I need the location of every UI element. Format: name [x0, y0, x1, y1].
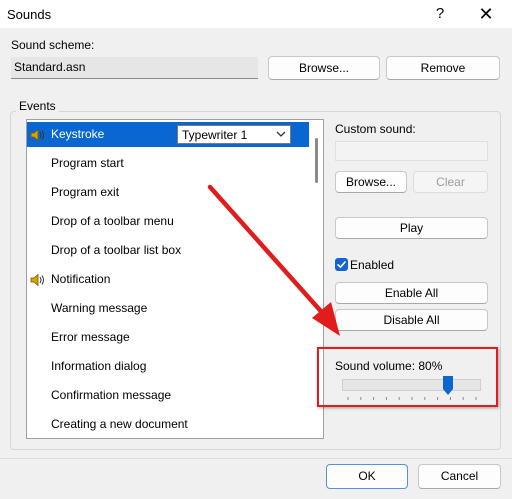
list-item-label: Keystroke [51, 127, 105, 141]
list-item[interactable]: Notification [27, 267, 309, 292]
list-item-label: Error message [51, 330, 130, 344]
list-item[interactable]: Information dialog [27, 354, 309, 379]
list-item[interactable]: Keystroke Typewriter 1 [27, 122, 309, 147]
list-item[interactable]: Drop of a toolbar menu [27, 209, 309, 234]
list-item-label: Information dialog [51, 359, 147, 373]
list-item-label: Confirmation message [51, 388, 172, 402]
list-item-label: Drop of a toolbar list box [51, 243, 182, 257]
list-item-label: Program exit [51, 185, 120, 199]
disable-all-button[interactable]: Disable All [335, 309, 488, 331]
cancel-button[interactable]: Cancel [418, 464, 501, 489]
speaker-icon [30, 273, 46, 287]
list-item-label: Notification [51, 272, 111, 286]
footer-separator [0, 458, 512, 459]
help-button[interactable]: ? [420, 2, 460, 26]
play-button[interactable]: Play [335, 217, 488, 239]
window-title: Sounds [7, 7, 52, 22]
list-item[interactable]: Creating a new document [27, 412, 309, 437]
enabled-checkbox[interactable] [335, 258, 348, 271]
list-item[interactable]: Warning message [27, 296, 309, 321]
title-bar: Sounds ? ✕ [0, 0, 512, 28]
list-item[interactable]: Confirmation message [27, 383, 309, 408]
chevron-down-icon [276, 131, 286, 137]
scrollbar-thumb[interactable] [315, 138, 318, 183]
events-group-label: Events [16, 99, 59, 113]
list-item-label: Creating a new document [51, 417, 188, 431]
list-item[interactable]: Program start [27, 151, 309, 176]
events-list[interactable]: Keystroke Typewriter 1 Program start Progra… [26, 119, 324, 439]
speaker-icon [30, 128, 46, 142]
custom-sound-label: Custom sound: [335, 122, 416, 136]
enabled-label: Enabled [350, 258, 395, 272]
custom-browse-button[interactable]: Browse... [335, 171, 407, 193]
list-item[interactable]: Drop of a toolbar list box [27, 238, 309, 263]
scheme-remove-button[interactable]: Remove [386, 56, 500, 80]
scheme-browse-button[interactable]: Browse... [268, 56, 380, 80]
checkmark-icon [337, 261, 346, 268]
enable-all-button[interactable]: Enable All [335, 282, 488, 304]
list-item[interactable]: Program exit [27, 180, 309, 205]
clear-button: Clear [413, 171, 488, 193]
close-button[interactable]: ✕ [466, 2, 506, 26]
sound-scheme-label: Sound scheme: [11, 38, 95, 52]
list-item[interactable]: Error message [27, 325, 309, 350]
list-item-label: Program start [51, 156, 124, 170]
list-item-label: Drop of a toolbar menu [51, 214, 174, 228]
custom-sound-field[interactable] [335, 141, 488, 161]
list-item-label: Warning message [51, 301, 148, 315]
ok-button[interactable]: OK [326, 464, 408, 489]
sound-scheme-field[interactable]: Standard.asn [11, 57, 258, 79]
keystroke-sound-dropdown[interactable]: Typewriter 1 [177, 125, 291, 144]
dropdown-value: Typewriter 1 [182, 128, 248, 142]
annotation-highlight-box [317, 347, 498, 407]
